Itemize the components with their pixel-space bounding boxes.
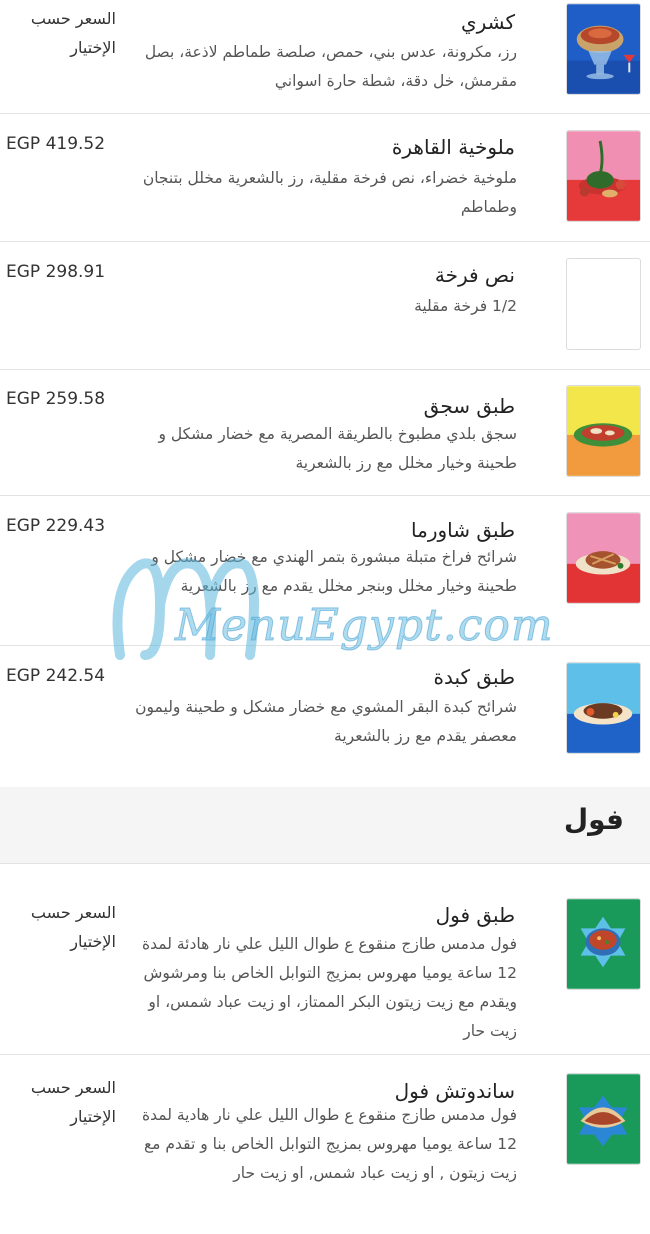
item-price: EGP 298.91 xyxy=(6,262,106,282)
item-description: فول مدمس طازج منقوع ع طوال الليل علي نار… xyxy=(142,1106,517,1182)
foul-bowl-image[interactable] xyxy=(566,898,641,990)
item-name: طبق كبدة xyxy=(433,665,515,689)
koshary-image[interactable] xyxy=(566,3,641,95)
item-price: EGP 229.43 xyxy=(6,516,106,536)
menu-item[interactable]: نص فرخة 1/2 فرخة مقلية EGP 298.91 xyxy=(0,242,650,370)
item-description: شرائح كبدة البقر المشوي مع خضار مشكل و ط… xyxy=(135,698,517,745)
item-price: EGP 259.58 xyxy=(6,389,106,409)
menu-item[interactable]: طبق فول فول مدمس طازج منقوع ع طوال الليل… xyxy=(0,863,650,1055)
liver-image[interactable] xyxy=(566,662,641,754)
item-description: فول مدمس طازج منقوع ع طوال الليل علي نار… xyxy=(142,935,517,1040)
section-header-foul: فول xyxy=(0,787,650,864)
watermark-text: MenuEgypt.com xyxy=(175,600,554,652)
menu-item[interactable]: ساندوتش فول فول مدمس طازج منقوع ع طوال ا… xyxy=(0,1055,650,1234)
molokhia-image[interactable] xyxy=(566,130,641,222)
shawarma-image[interactable] xyxy=(566,512,641,604)
item-description: رز، مكرونة، عدس بني، حمص، صلصة طماطم لاذ… xyxy=(144,43,517,90)
sausage-image[interactable] xyxy=(566,385,641,477)
item-description: ملوخية خضراء، نص فرخة مقلية، رز بالشعرية… xyxy=(142,169,517,216)
item-name: طبق شاورما xyxy=(411,518,515,542)
item-price: السعر حسب الإختيار xyxy=(30,1078,116,1126)
item-price: السعر حسب الإختيار xyxy=(30,9,116,57)
half-chicken-image-placeholder[interactable] xyxy=(566,258,641,350)
menu-item[interactable]: ملوخية القاهرة ملوخية خضراء، نص فرخة مقل… xyxy=(0,114,650,242)
item-description: 1/2 فرخة مقلية xyxy=(414,297,517,315)
item-description: سجق بلدي مطبوخ بالطريقة المصرية مع خضار … xyxy=(158,425,517,472)
menu-item[interactable]: طبق كبدة شرائح كبدة البقر المشوي مع خضار… xyxy=(0,646,650,787)
item-price: EGP 419.52 xyxy=(6,134,106,154)
menu-item[interactable]: كشري رز، مكرونة، عدس بني، حمص، صلصة طماط… xyxy=(0,0,650,114)
item-price: EGP 242.54 xyxy=(6,666,106,686)
item-name: طبق سجق xyxy=(423,394,515,418)
item-name: ملوخية القاهرة xyxy=(391,135,515,159)
menu-item[interactable]: طبق سجق سجق بلدي مطبوخ بالطريقة المصرية … xyxy=(0,370,650,496)
item-description: شرائح فراخ متبلة مبشورة بتمر الهندي مع خ… xyxy=(151,548,517,595)
section-title: فول xyxy=(563,803,624,836)
foul-sandwich-image[interactable] xyxy=(566,1073,641,1165)
item-price: السعر حسب الإختيار xyxy=(30,903,116,951)
item-name: كشري xyxy=(460,10,515,34)
item-name: طبق فول xyxy=(435,903,515,927)
item-name: نص فرخة xyxy=(434,263,515,287)
